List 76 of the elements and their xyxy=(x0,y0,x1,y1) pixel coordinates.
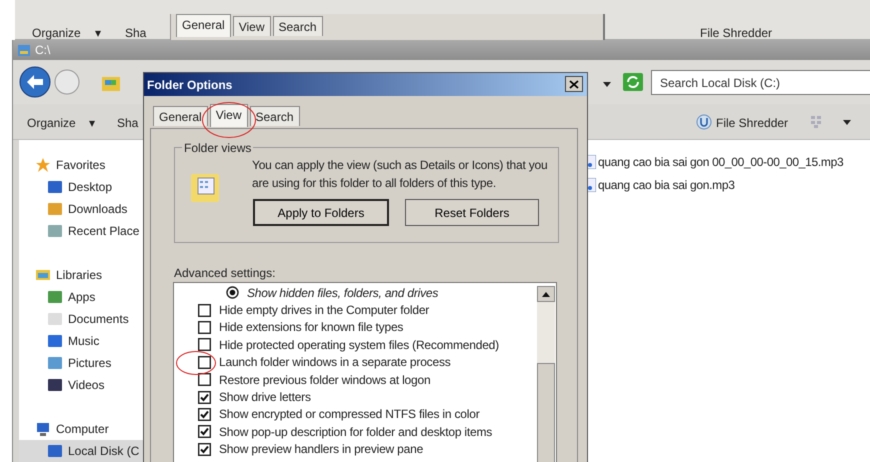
item-icon xyxy=(47,355,63,371)
nav-group[interactable]: Libraries xyxy=(56,266,102,284)
checkbox-label[interactable]: Hide protected operating system files (Recommended) xyxy=(219,336,499,354)
nav-item[interactable]: Apps xyxy=(68,288,96,306)
nav-item[interactable]: Downloads xyxy=(68,200,128,218)
nav-item[interactable]: Pictures xyxy=(68,354,112,372)
tab[interactable]: View xyxy=(232,16,270,36)
scroll-thumb[interactable] xyxy=(537,363,555,462)
tab[interactable]: General xyxy=(176,14,231,37)
nav-item[interactable]: Recent Place xyxy=(68,222,140,240)
checkbox[interactable] xyxy=(198,408,211,421)
dropdown-icon xyxy=(843,120,851,125)
item-icon xyxy=(47,223,63,239)
checkbox-label[interactable]: Show pop-up description for folder and desktop items xyxy=(219,422,492,441)
nav-item[interactable]: Local Disk (C xyxy=(19,440,146,462)
item-icon xyxy=(47,201,63,217)
caret-icon[interactable]: ▾ xyxy=(95,24,101,42)
checkbox-label[interactable]: Restore previous folder windows at logon xyxy=(219,370,430,389)
dropdown-icon xyxy=(603,82,611,87)
file-name[interactable]: quang cao bia sai gon 00_00_00-00_00_15.mp3 xyxy=(598,152,844,170)
item-icon xyxy=(47,311,63,327)
action-button[interactable]: Reset Folders xyxy=(405,199,539,226)
nav-group[interactable]: Computer xyxy=(56,420,109,438)
action-button[interactable]: Apply to Folders xyxy=(253,199,389,226)
menu-item[interactable]: Sha xyxy=(117,114,138,132)
checkbox[interactable] xyxy=(198,425,211,438)
tab[interactable]: Search xyxy=(250,106,300,126)
description: You can apply the view (such as Details or Icons) that you are using for this folder to all folders of this type. xyxy=(252,157,548,192)
menu-item[interactable]: File Shredder xyxy=(700,24,772,42)
menu-item[interactable]: Organize xyxy=(32,24,81,42)
item-icon xyxy=(47,289,63,305)
shredder-icon xyxy=(696,114,712,130)
checkbox-label[interactable]: Hide extensions for known file types xyxy=(219,318,404,336)
dialog-title: Folder Options xyxy=(147,76,232,94)
scroll-up-button[interactable] xyxy=(537,286,555,302)
section-label: Advanced settings: xyxy=(174,265,276,282)
nav-item[interactable]: Videos xyxy=(68,376,104,394)
tab[interactable]: View xyxy=(210,104,248,127)
close-icon[interactable] xyxy=(569,80,579,88)
tab[interactable]: General xyxy=(153,106,208,126)
drive-icon xyxy=(17,44,31,56)
checkbox[interactable] xyxy=(198,442,211,456)
checkbox-label[interactable]: Show preview handlers in preview pane xyxy=(219,440,424,458)
item-icon xyxy=(47,333,63,349)
refresh-icon xyxy=(623,73,643,91)
menu-item[interactable]: File Shredder xyxy=(716,114,788,132)
radio-label[interactable]: Show hidden files, folders, and drives xyxy=(247,284,438,302)
checkbox-label[interactable]: Show drive letters xyxy=(219,388,311,406)
window-title: C:\ xyxy=(35,42,50,59)
file-name[interactable]: quang cao bia sai gon.mp3 xyxy=(598,176,735,194)
item-icon xyxy=(47,179,63,195)
checkbox-label[interactable]: Show encrypted or compressed NTFS files in color xyxy=(219,405,480,424)
menu-item[interactable]: Sha xyxy=(125,24,146,42)
nav-item[interactable]: Documents xyxy=(68,310,129,328)
folder-icon xyxy=(101,74,121,92)
item-icon xyxy=(47,377,63,393)
checkbox[interactable] xyxy=(198,320,211,334)
radio[interactable] xyxy=(226,286,239,300)
item-icon xyxy=(47,443,63,459)
checkbox[interactable] xyxy=(198,304,211,317)
checkbox[interactable] xyxy=(198,373,211,386)
caret-icon[interactable]: ▾ xyxy=(89,114,95,132)
close-button[interactable] xyxy=(565,76,583,92)
tab[interactable]: Search xyxy=(272,16,323,36)
nav-item[interactable]: Desktop xyxy=(68,178,112,196)
up-arrow-icon xyxy=(542,292,550,296)
search-field[interactable]: Search Local Disk (C:) xyxy=(651,70,870,95)
checkbox[interactable] xyxy=(198,356,211,369)
back-icon[interactable] xyxy=(18,65,52,99)
nav-item[interactable]: Music xyxy=(68,332,100,350)
checkbox-label[interactable]: Launch folder windows in a separate process xyxy=(219,353,451,372)
checkbox[interactable] xyxy=(198,390,211,404)
checkbox[interactable] xyxy=(198,338,211,352)
menu-item[interactable]: Organize xyxy=(27,114,76,132)
nav-group[interactable]: Favorites xyxy=(56,156,106,174)
checkbox-label[interactable]: Hide empty drives in the Computer folder xyxy=(219,301,430,320)
